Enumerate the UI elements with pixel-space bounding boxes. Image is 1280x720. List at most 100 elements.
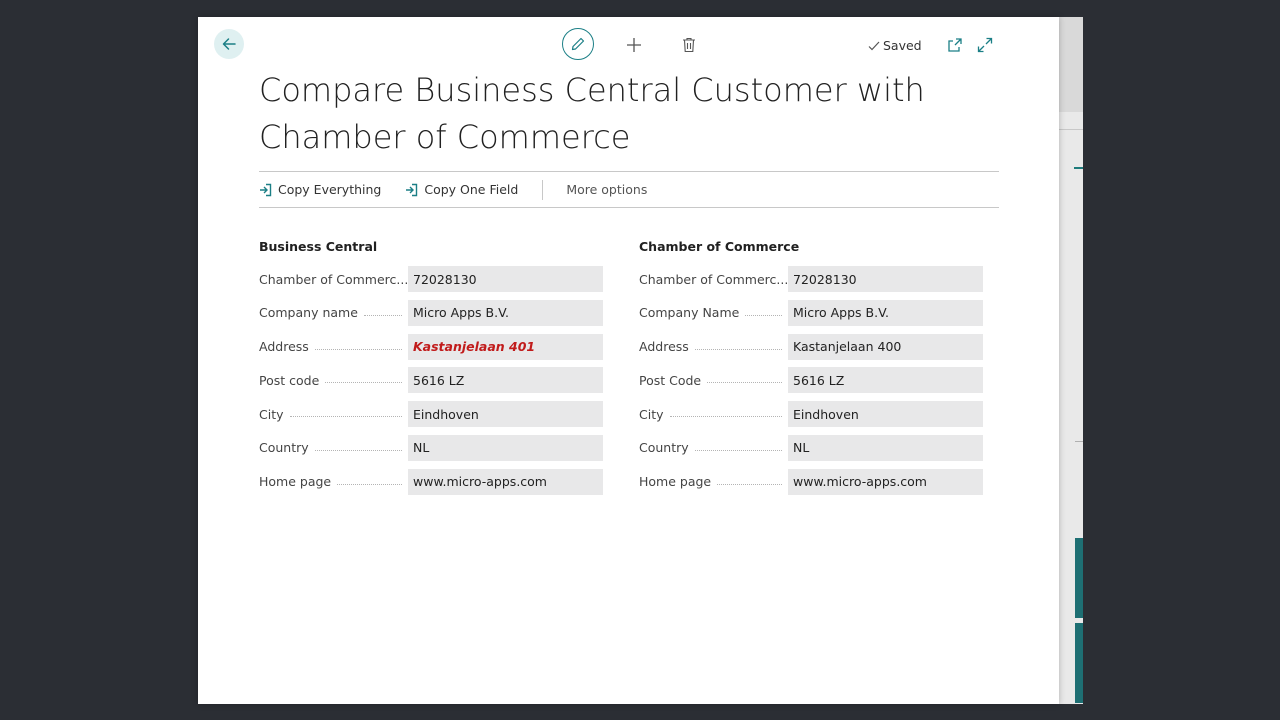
field-row: Home page www.micro-apps.com [639,468,985,495]
field-row: Country NL [259,434,605,461]
city-field[interactable]: Eindhoven [788,401,983,428]
compare-dialog: Saved Compare Business Central Customer … [198,17,1059,704]
field-label: Post code [259,372,408,388]
dotted-leader [717,483,782,485]
back-button[interactable] [214,29,244,59]
field-label: Address [259,339,408,355]
field-label: Address [639,339,788,355]
dotted-leader [669,416,782,418]
delete-button[interactable] [679,35,699,55]
copy-one-field-label: Copy One Field [424,182,519,197]
page-title: Compare Business Central Customer with C… [259,71,925,156]
field-label: Company Name [639,305,788,321]
field-label: Company name [259,305,408,321]
background-divider [1058,129,1083,130]
field-row: Address Kastanjelaan 400 [639,333,985,360]
post-code-field[interactable]: 5616 LZ [408,367,603,394]
company-name-field[interactable]: Micro Apps B.V. [408,299,603,326]
copy-everything-action[interactable]: Copy Everything [259,182,381,197]
field-label: City [259,406,408,422]
field-label: Country [639,440,788,456]
trash-icon [683,37,695,53]
field-label: Chamber of Commerc... [639,271,788,287]
open-in-new-window-button[interactable] [946,36,964,54]
chamber-of-commerce-no-field[interactable]: 72028130 [408,266,603,292]
field-row: Company Name Micro Apps B.V. [639,299,985,326]
company-name-field[interactable]: Micro Apps B.V. [788,299,983,326]
checkmark-icon [868,41,880,50]
saved-status: Saved [868,38,922,53]
group-title: Business Central [259,239,378,254]
dotted-leader [289,416,402,418]
dotted-leader [694,449,782,451]
sign-in-arrow-icon [406,183,418,196]
background-page [1058,17,1083,704]
field-row: Home page www.micro-apps.com [259,468,605,495]
dotted-leader [314,348,402,350]
open-in-new-window-icon [948,38,962,52]
field-label: Home page [259,474,408,490]
copy-one-field-action[interactable]: Copy One Field [405,182,518,197]
dotted-leader [363,314,402,316]
dotted-leader [707,382,782,384]
expand-button[interactable] [976,36,994,54]
field-row: City Eindhoven [259,401,605,428]
field-row: Company name Micro Apps B.V. [259,299,605,326]
field-label-text: Address [259,339,315,355]
field-label-text: City [639,406,670,422]
field-label: City [639,406,788,422]
home-page-field[interactable]: www.micro-apps.com [408,468,603,495]
chamber-of-commerce-no-field[interactable]: 72028130 [788,266,983,292]
pencil-icon [571,37,585,51]
dotted-leader [337,483,402,485]
field-label-text: Country [639,440,695,456]
field-row: Country NL [639,434,985,461]
action-separator [542,179,544,200]
field-label: Chamber of Commerc... [259,271,408,287]
field-row: Address Kastanjelaan 401 [259,333,605,360]
saved-label: Saved [883,38,922,53]
field-row: Post code 5616 LZ [259,367,605,394]
more-options-button[interactable]: More options [566,182,647,197]
background-tile [1075,623,1083,703]
edit-button[interactable] [562,28,594,60]
new-button[interactable] [623,34,645,56]
field-row: Post Code 5616 LZ [639,367,985,394]
sign-in-arrow-icon [260,183,272,196]
address-field-difference[interactable]: Kastanjelaan 401 [408,333,603,360]
field-label-text: Company Name [639,305,746,321]
field-label: Post Code [639,372,788,388]
country-field[interactable]: NL [408,434,603,461]
home-page-field[interactable]: www.micro-apps.com [788,468,983,495]
plus-icon [627,38,641,52]
field-row: Chamber of Commerc... 72028130 [639,266,985,292]
address-field[interactable]: Kastanjelaan 400 [788,333,983,360]
field-label-text: City [259,406,290,422]
background-page-header [1058,17,1083,112]
action-bar: Copy Everything Copy One Field More opti… [259,171,999,208]
field-label-text: Home page [259,474,338,490]
field-label: Country [259,440,408,456]
background-accent [1074,167,1083,169]
chamber-of-commerce-group: Chamber of Commerce Chamber of Commerc..… [639,239,985,503]
arrow-left-icon [222,38,236,50]
background-tile [1075,538,1083,618]
field-label-text: Chamber of Commerc... [259,271,408,287]
field-label-text: Post Code [639,372,708,388]
field-label-text: Company name [259,305,364,321]
country-field[interactable]: NL [788,434,983,461]
field-label: Home page [639,474,788,490]
post-code-field[interactable]: 5616 LZ [788,367,983,394]
dotted-leader [745,314,782,316]
background-divider [1075,441,1083,442]
copy-everything-label: Copy Everything [278,182,382,197]
field-label-text: Chamber of Commerc... [639,271,788,287]
field-label-text: Country [259,440,315,456]
field-label-text: Post code [259,372,326,388]
business-central-group: Business Central Chamber of Commerc... 7… [259,239,605,503]
city-field[interactable]: Eindhoven [408,401,603,428]
dotted-leader [314,449,402,451]
group-title: Chamber of Commerce [639,239,800,254]
dotted-leader [694,348,782,350]
field-label-text: Address [639,339,695,355]
